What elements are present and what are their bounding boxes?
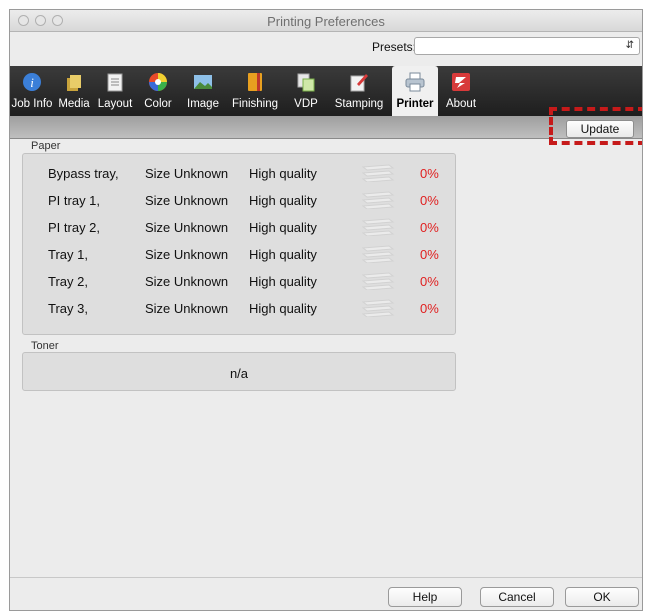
tray-percent: 0%: [420, 274, 439, 289]
tray-name: Tray 2,: [48, 274, 88, 289]
tray-name: PI tray 2,: [48, 220, 101, 235]
stamping-icon: [350, 74, 368, 92]
tray-percent: 0%: [420, 166, 439, 181]
dropdown-arrows-icon: ⇵: [625, 40, 634, 51]
tab-printer[interactable]: Printer: [392, 66, 438, 116]
dialog-button-bar: Help Cancel OK: [10, 577, 642, 610]
tray-size: Size Unknown: [145, 166, 229, 181]
tab-color[interactable]: Color: [136, 66, 180, 116]
tray-quality: High quality: [249, 274, 317, 289]
info-icon: i: [23, 73, 41, 91]
tray-percent: 0%: [420, 193, 439, 208]
tray-name: Tray 1,: [48, 247, 88, 262]
svg-text:i: i: [30, 75, 34, 90]
update-highlight-marker: [549, 107, 642, 145]
tab-stamping[interactable]: Stamping: [328, 66, 390, 116]
tab-label: VDP: [294, 98, 318, 110]
presets-label: Presets:: [372, 40, 417, 54]
tray-name: Bypass tray,: [48, 166, 119, 181]
toner-section-label: Toner: [31, 340, 59, 352]
tab-job-info[interactable]: i Job Info: [10, 66, 54, 116]
paper-stack-icon: [361, 272, 395, 290]
tab-label: Layout: [97, 98, 133, 110]
cancel-button[interactable]: Cancel: [480, 587, 554, 607]
tray-name: PI tray 1,: [48, 193, 101, 208]
toner-value: n/a: [229, 366, 249, 381]
title-bar: Printing Preferences: [10, 10, 642, 32]
tab-label: About: [445, 98, 477, 110]
tray-percent: 0%: [420, 301, 439, 316]
printer-icon: [405, 72, 425, 92]
tab-label: Printer: [396, 98, 434, 110]
color-wheel-icon: [149, 73, 167, 91]
tab-toolbar: i Job Info Media Layout Color Image Fini…: [10, 66, 642, 116]
tab-about[interactable]: About: [440, 66, 482, 116]
paper-stack-icon: [361, 245, 395, 263]
paper-stack-icon: [361, 164, 395, 182]
tab-label: Color: [144, 98, 172, 110]
tray-size: Size Unknown: [145, 193, 229, 208]
tray-quality: High quality: [249, 301, 317, 316]
printing-preferences-window: Printing Preferences Presets: ⇵ i Job In…: [9, 9, 643, 611]
tray-row: Tray 3, Size Unknown High quality 0%: [23, 299, 455, 319]
tab-vdp[interactable]: VDP: [284, 66, 328, 116]
media-icon: [67, 75, 81, 91]
tray-size: Size Unknown: [145, 301, 229, 316]
layout-icon: [107, 73, 123, 92]
tab-image[interactable]: Image: [180, 66, 226, 116]
paper-stack-icon: [361, 299, 395, 317]
paper-status-panel: Bypass tray, Size Unknown High quality 0…: [22, 153, 456, 335]
tray-quality: High quality: [249, 193, 317, 208]
paper-stack-icon: [361, 191, 395, 209]
help-button[interactable]: Help: [388, 587, 462, 607]
toner-status-panel: n/a: [22, 352, 456, 391]
tray-percent: 0%: [420, 247, 439, 262]
tab-label: Finishing: [231, 98, 279, 110]
finishing-icon: [248, 73, 262, 91]
tab-label: Media: [58, 98, 90, 110]
about-icon: [452, 73, 470, 91]
tray-row: Bypass tray, Size Unknown High quality 0…: [23, 164, 455, 184]
tray-size: Size Unknown: [145, 247, 229, 262]
tray-row: PI tray 1, Size Unknown High quality 0%: [23, 191, 455, 211]
tab-finishing[interactable]: Finishing: [226, 66, 284, 116]
tray-quality: High quality: [249, 220, 317, 235]
tray-size: Size Unknown: [145, 274, 229, 289]
tab-media[interactable]: Media: [54, 66, 94, 116]
tray-quality: High quality: [249, 247, 317, 262]
window-title: Printing Preferences: [267, 14, 385, 29]
paper-section-label: Paper: [31, 140, 61, 152]
tray-name: Tray 3,: [48, 301, 88, 316]
vdp-icon: [297, 73, 315, 92]
tab-label: Job Info: [11, 98, 53, 110]
printer-subbar: [10, 116, 642, 139]
tab-layout[interactable]: Layout: [94, 66, 136, 116]
ok-button[interactable]: OK: [565, 587, 639, 607]
tab-label: Image: [187, 98, 219, 110]
tray-quality: High quality: [249, 166, 317, 181]
paper-stack-icon: [361, 218, 395, 236]
tray-row: Tray 2, Size Unknown High quality 0%: [23, 272, 455, 292]
tray-row: PI tray 2, Size Unknown High quality 0%: [23, 218, 455, 238]
tray-percent: 0%: [420, 220, 439, 235]
tray-row: Tray 1, Size Unknown High quality 0%: [23, 245, 455, 265]
tray-size: Size Unknown: [145, 220, 229, 235]
presets-dropdown[interactable]: ⇵: [414, 37, 640, 55]
image-icon: [194, 75, 212, 89]
tab-label: Stamping: [334, 98, 384, 110]
